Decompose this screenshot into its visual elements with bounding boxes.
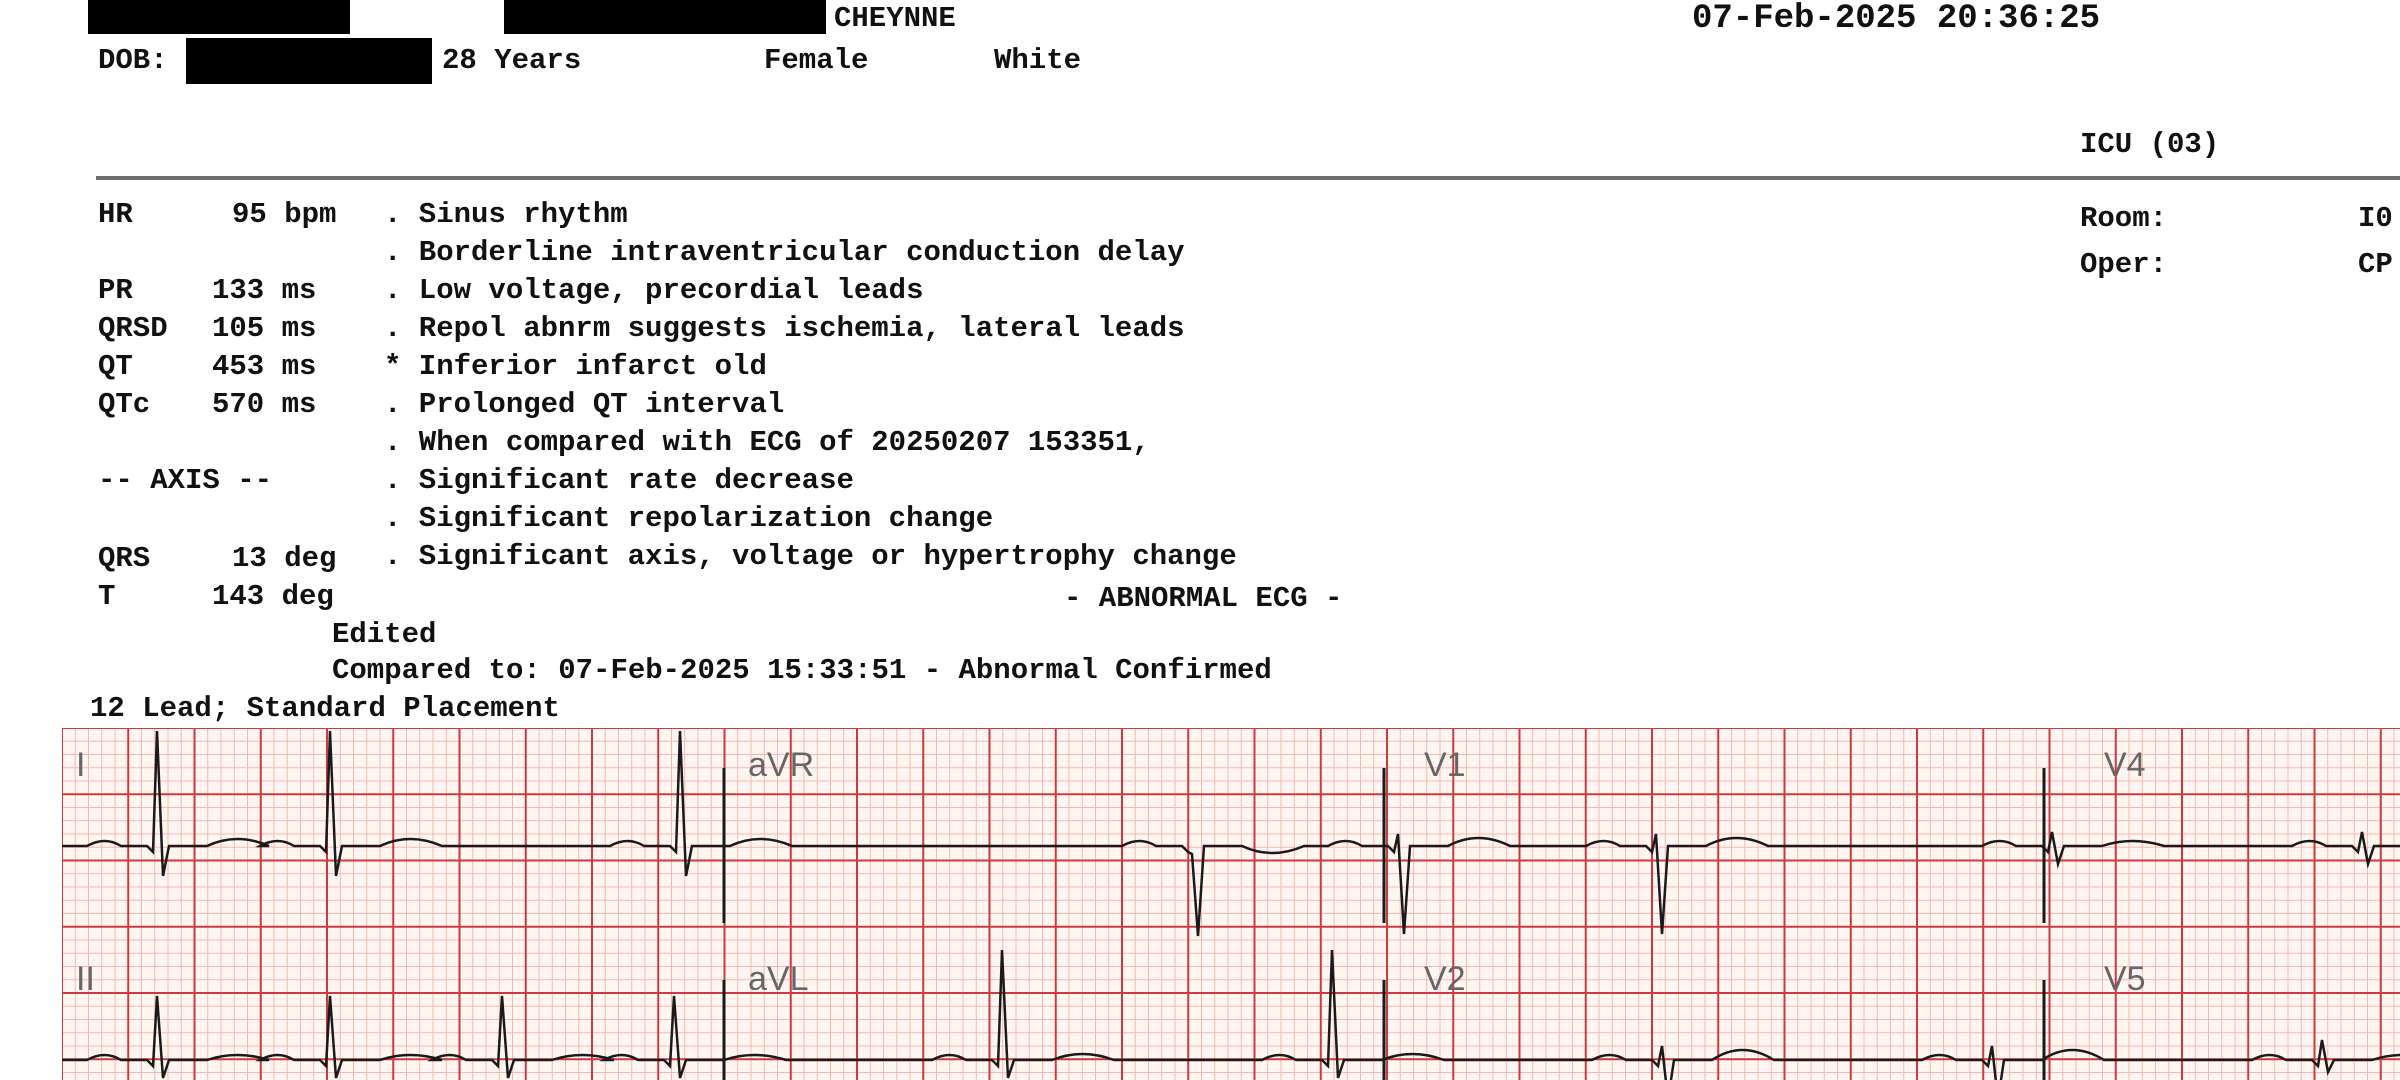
room-label: Room: bbox=[2080, 202, 2168, 235]
recording-datetime: 07-Feb-2025 20:36:25 bbox=[1692, 0, 2101, 38]
interpretation-line: . When compared with ECG of 20250207 153… bbox=[384, 426, 1150, 459]
qt-label: QT bbox=[98, 350, 133, 383]
hr-value: 95 bpm bbox=[232, 198, 337, 231]
interpretation-line: . Low voltage, precordial leads bbox=[384, 274, 924, 307]
edited-flag: Edited bbox=[332, 618, 437, 651]
qrs-axis-label: QRS bbox=[98, 542, 151, 575]
lead-label-v1: V1 bbox=[1424, 746, 1466, 784]
lead-label-i: I bbox=[76, 746, 86, 784]
interpretation-line: . Significant rate decrease bbox=[384, 464, 854, 497]
qt-value: 453 ms bbox=[212, 350, 317, 383]
room-value: I0 bbox=[2358, 202, 2393, 235]
lead-label-avl: aVL bbox=[748, 960, 809, 998]
patient-name: CHEYNNE bbox=[834, 2, 956, 35]
redacted-dob bbox=[186, 38, 432, 84]
lead-label-ii: II bbox=[76, 960, 95, 998]
lead-label-v2: V2 bbox=[1424, 960, 1466, 998]
qrsd-value: 105 ms bbox=[212, 312, 317, 345]
hr-label: HR bbox=[98, 198, 133, 231]
qrsd-label: QRSD bbox=[98, 312, 168, 345]
qtc-value: 570 ms bbox=[212, 388, 317, 421]
qtc-label: QTc bbox=[98, 388, 151, 421]
ecg-grid bbox=[62, 728, 2400, 1080]
oper-value: CP bbox=[2358, 248, 2393, 281]
lead-label-v5: V5 bbox=[2104, 960, 2146, 998]
interpretation-line: . Borderline intraventricular conduction… bbox=[384, 236, 1185, 269]
pr-label: PR bbox=[98, 274, 133, 307]
t-axis-label: T bbox=[98, 580, 116, 613]
patient-race: White bbox=[994, 44, 1082, 77]
interpretation-line: . Significant repolarization change bbox=[384, 502, 994, 535]
oper-label: Oper: bbox=[2080, 248, 2168, 281]
interpretation-line: . Prolonged QT interval bbox=[384, 388, 785, 421]
location-unit: ICU (03) bbox=[2080, 128, 2220, 161]
interpretation-line: * Inferior infarct old bbox=[384, 350, 767, 383]
patient-sex: Female bbox=[764, 44, 869, 77]
t-axis-value: 143 deg bbox=[212, 580, 334, 613]
redacted-first-name bbox=[504, 0, 826, 34]
lead-label-avr: aVR bbox=[748, 746, 815, 784]
patient-age: 28 Years bbox=[442, 44, 582, 77]
dob-label: DOB: bbox=[98, 44, 168, 77]
interpretation-line: . Sinus rhythm bbox=[384, 198, 628, 231]
header-divider bbox=[96, 176, 2400, 180]
axis-header: -- AXIS -- bbox=[98, 464, 273, 497]
lead-label-v4: V4 bbox=[2104, 746, 2146, 784]
redacted-last-name bbox=[88, 0, 350, 34]
interpretation-line: . Significant axis, voltage or hypertrop… bbox=[384, 540, 1237, 573]
ecg-verdict: - ABNORMAL ECG - bbox=[1064, 582, 1343, 615]
compared-to: Compared to: 07-Feb-2025 15:33:51 - Abno… bbox=[332, 654, 1272, 687]
pr-value: 133 ms bbox=[212, 274, 317, 307]
interpretation-line: . Repol abnrm suggests ischemia, lateral… bbox=[384, 312, 1185, 345]
qrs-axis-value: 13 deg bbox=[232, 542, 337, 575]
lead-placement: 12 Lead; Standard Placement bbox=[90, 692, 560, 725]
